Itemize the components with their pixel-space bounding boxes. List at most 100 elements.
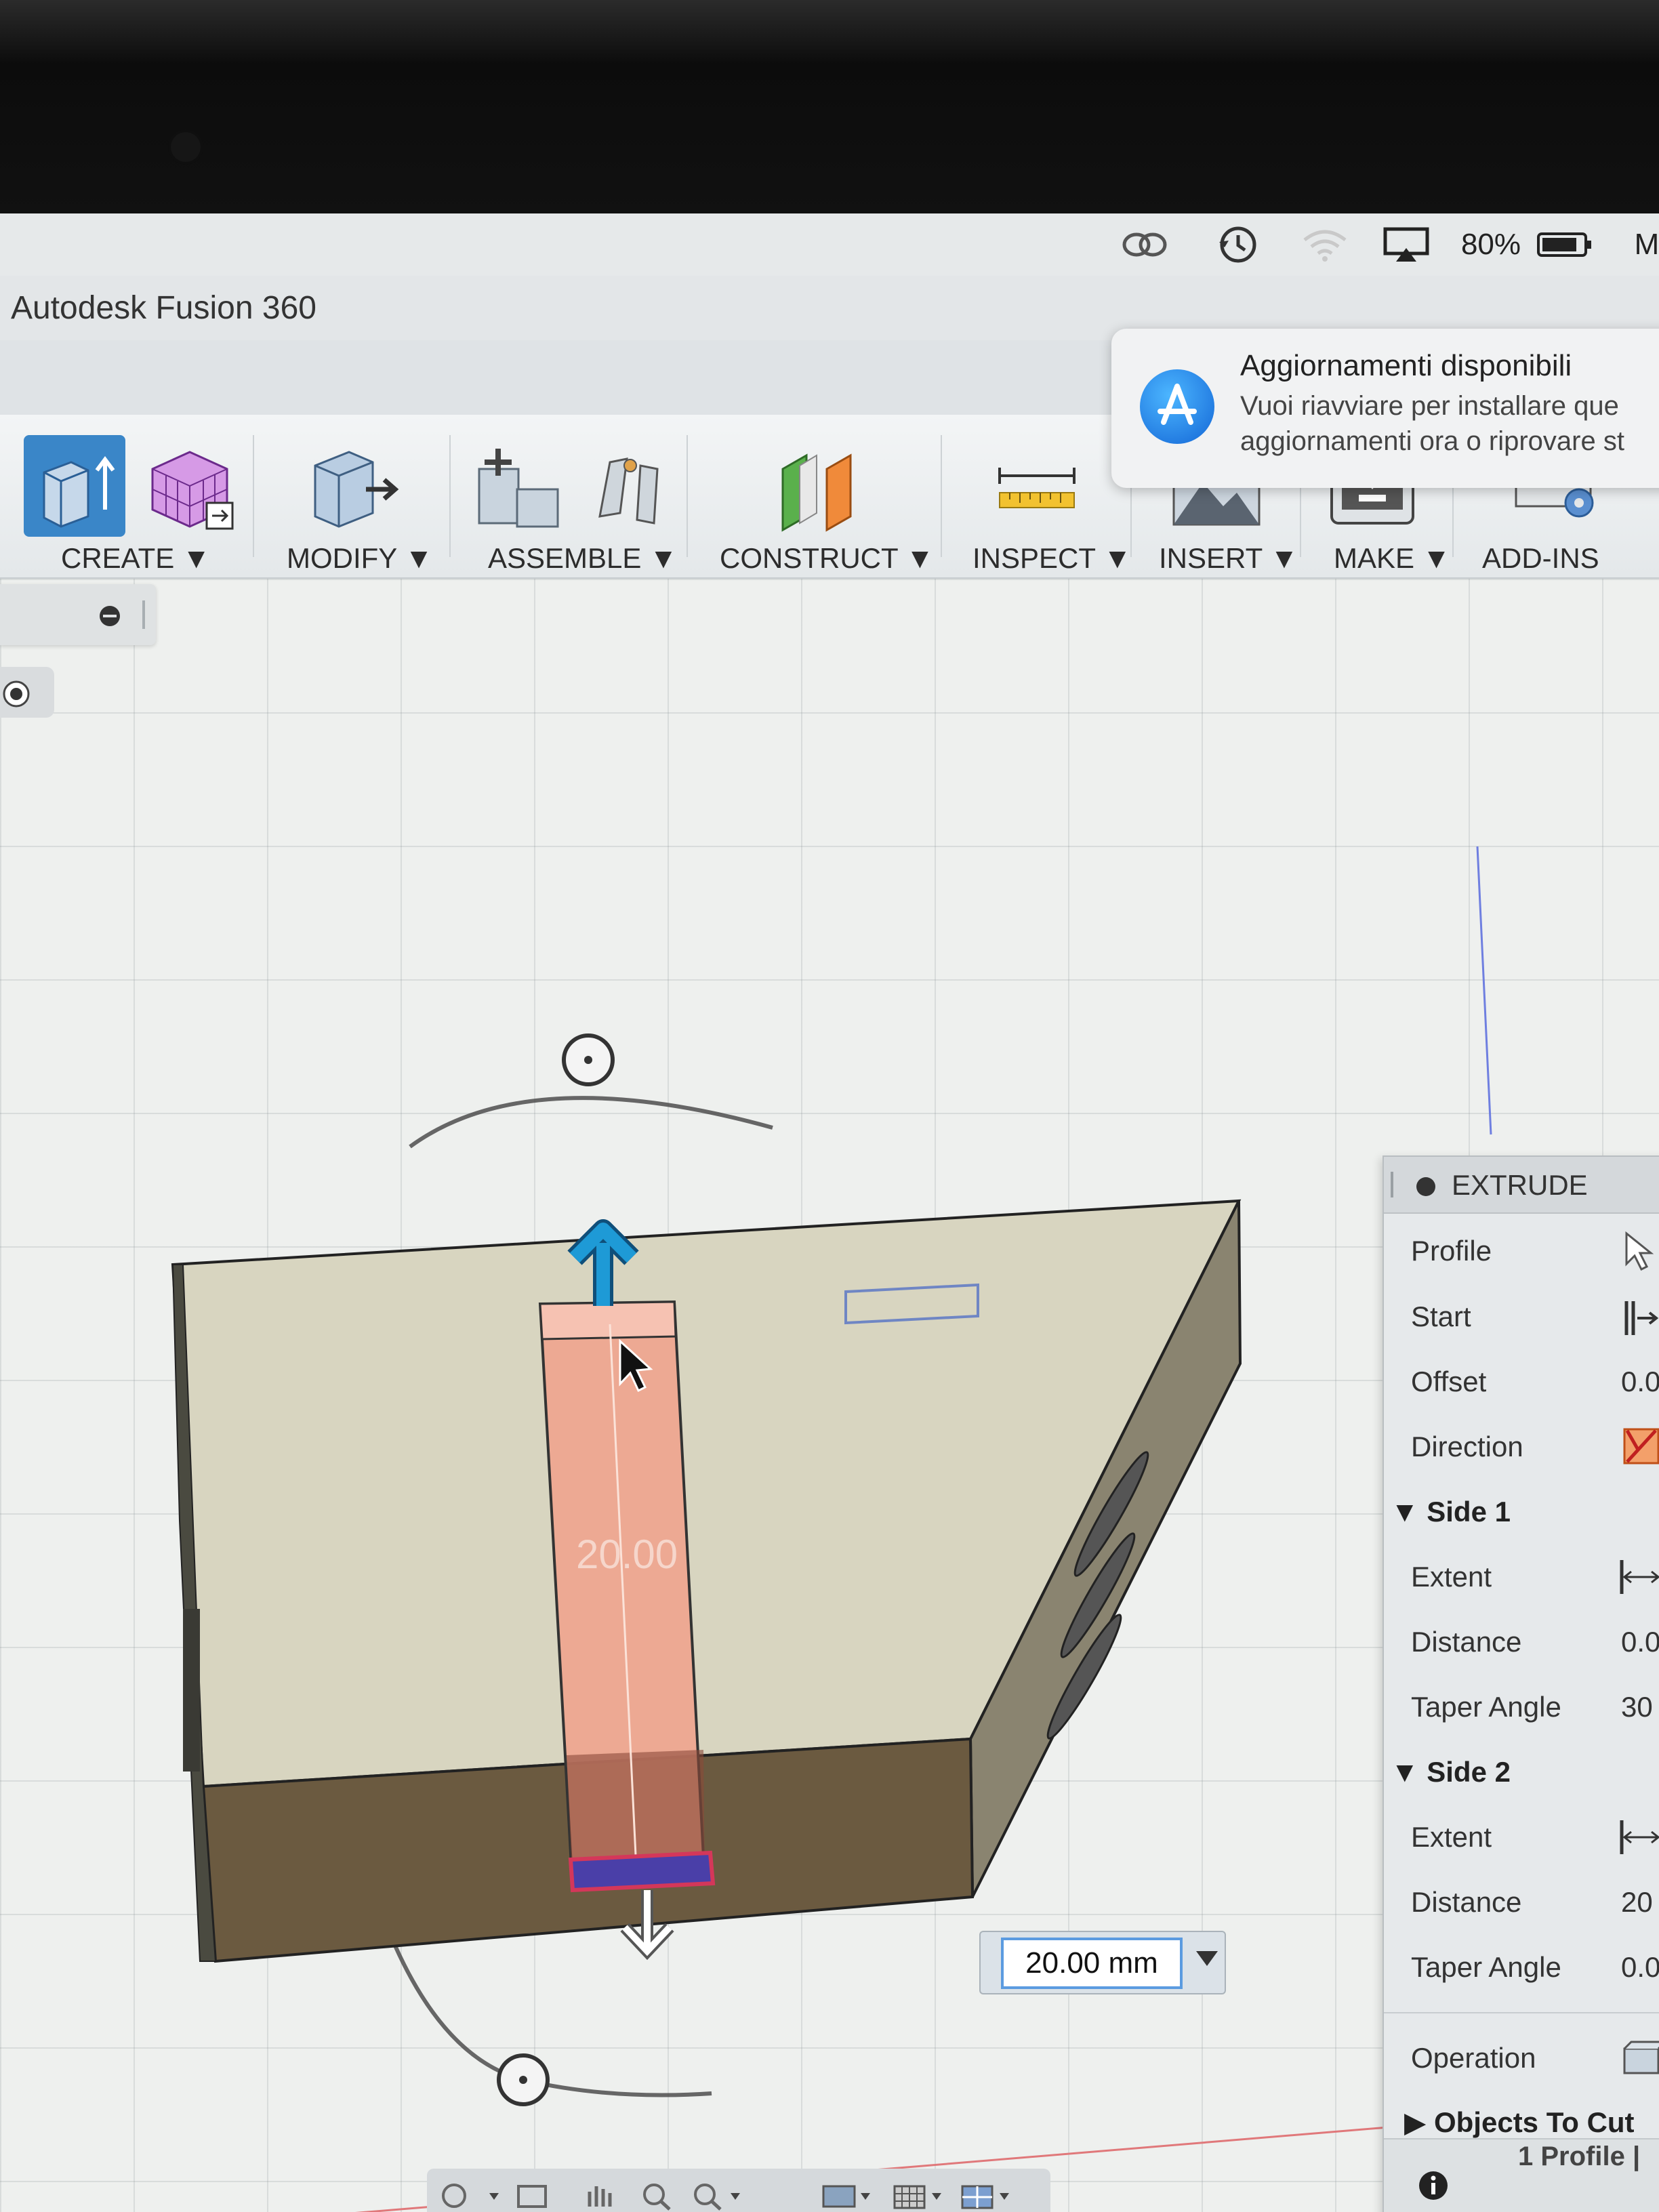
chevron-down-icon[interactable] [489,2193,499,2200]
body-left-feature [183,1609,200,1771]
app-title: Autodesk Fusion 360 [11,290,316,326]
profile-plane-icon[interactable] [1621,1298,1659,1338]
pan-icon[interactable] [588,2186,612,2207]
inspect-menu[interactable]: INSPECT ▼ [972,542,1132,575]
offset-plane-icon[interactable] [769,435,871,537]
zoom-icon[interactable] [643,2184,671,2211]
objects-to-cut-section[interactable]: ▶ Objects To Cut [1404,2106,1635,2139]
side2-distance-label: Distance [1411,1886,1522,1918]
profile-count-status: 1 Profile | [1518,2142,1641,2171]
time-machine-icon[interactable] [1213,224,1261,265]
toolbar-group-assemble: ASSEMBLE ▼ [451,415,688,577]
extrude-tool-icon[interactable] [24,435,125,537]
viewports-icon[interactable] [961,2185,994,2209]
extrude-title: EXTRUDE [1452,1169,1588,1201]
rotation-handle-top-center [584,1056,592,1064]
joint-icon[interactable] [579,435,681,537]
direction-label: Direction [1411,1431,1523,1462]
insert-menu[interactable]: INSERT ▼ [1159,542,1298,575]
side-2-section[interactable]: ▼ Side 2 [1391,1756,1511,1788]
triangle-right-icon: ▶ [1404,2106,1427,2138]
rotation-handle-bottom-center [519,2076,527,2084]
make-menu[interactable]: MAKE ▼ [1334,542,1450,575]
side2-taper-angle-value[interactable]: 0.0 [1621,1951,1659,1984]
side2-distance-value[interactable]: 20 [1621,1886,1653,1919]
distance-extent-icon[interactable] [1618,1817,1659,1858]
panel-grip[interactable] [1391,1172,1393,1197]
side-1-title: Side 1 [1427,1496,1511,1528]
distance-input-box: 20.00 mm [979,1931,1226,1994]
side1-taper-angle-value[interactable]: 30 [1621,1691,1653,1723]
cut-operation-icon[interactable] [1618,2035,1659,2083]
chevron-down-icon[interactable] [1000,2193,1009,2200]
info-icon[interactable] [1418,2170,1449,2201]
insert-label: INSERT [1159,542,1263,574]
select-cursor-icon[interactable] [1621,1230,1655,1271]
chevron-down-icon: ▼ [905,542,935,574]
side1-distance-label: Distance [1411,1626,1522,1658]
side1-distance-value[interactable]: 0.0 [1621,1626,1659,1658]
chevron-down-icon[interactable] [861,2193,870,2200]
battery-icon[interactable] [1535,224,1596,265]
side-1-section[interactable]: ▼ Side 1 [1391,1496,1511,1528]
create-form-icon[interactable] [139,435,241,537]
distance-input[interactable]: 20.00 mm [1001,1938,1183,1989]
menubar-cutoff-text: M [1634,228,1659,261]
side2-taper-angle-label: Taper Angle [1411,1951,1561,1983]
addins-label: ADD-INS [1482,542,1599,574]
toolbar-group-inspect: INSPECT ▼ [942,415,1132,577]
extrude-dimension-label: 20.00 [576,1532,678,1577]
notification-line-1: Vuoi riavviare per installare que [1240,391,1619,421]
side1-taper-angle-label: Taper Angle [1411,1691,1561,1723]
battery-percent[interactable]: 80% [1457,224,1525,265]
extrude-preview-cap [539,1300,677,1340]
update-notification[interactable]: Aggiornamenti disponibili Vuoi riavviare… [1111,329,1659,488]
side2-extent-label: Extent [1411,1821,1492,1853]
create-menu[interactable]: CREATE ▼ [61,542,211,575]
triangle-down-icon: ▼ [1391,1756,1419,1788]
new-component-icon[interactable] [471,435,573,537]
addins-menu[interactable]: ADD-INS [1482,542,1599,575]
creative-cloud-icon[interactable] [1118,224,1172,265]
make-label: MAKE [1334,542,1415,574]
chevron-down-icon: ▼ [1103,542,1132,574]
two-sides-direction-icon[interactable] [1618,1422,1659,1470]
toolbar-group-construct: CONSTRUCT ▼ [688,415,942,577]
modify-label: MODIFY [287,542,397,574]
extrude-panel-header[interactable]: EXTRUDE [1384,1157,1659,1214]
distance-extent-icon[interactable] [1618,1557,1659,1597]
display-settings-icon[interactable] [822,2185,856,2208]
toolbar-group-modify: MODIFY ▼ [254,415,451,577]
offset-label: Offset [1411,1366,1487,1397]
offset-value[interactable]: 0.0 [1621,1366,1659,1398]
assemble-menu[interactable]: ASSEMBLE ▼ [488,542,678,575]
create-label: CREATE [61,542,175,574]
menubar-cutoff-item[interactable]: M [1630,224,1659,265]
chevron-down-icon[interactable] [731,2193,740,2200]
measure-icon[interactable] [986,435,1088,537]
construct-label: CONSTRUCT [720,542,898,574]
notification-title: Aggiornamenti disponibili [1240,349,1572,382]
assemble-label: ASSEMBLE [488,542,642,574]
wifi-icon[interactable] [1298,224,1352,265]
side1-extent-label: Extent [1411,1561,1492,1593]
objects-to-cut-label: Objects To Cut [1433,2106,1635,2138]
grid-settings-icon[interactable] [893,2185,926,2209]
orbit-icon[interactable] [442,2184,466,2208]
chevron-down-icon[interactable] [1196,1951,1218,1966]
collapse-icon[interactable] [1416,1177,1435,1196]
chevron-down-icon: ▼ [182,542,211,574]
look-at-icon[interactable] [517,2185,547,2208]
selected-profile-face[interactable] [568,1850,716,1893]
triangle-down-icon: ▼ [1391,1496,1419,1528]
construct-menu[interactable]: CONSTRUCT ▼ [720,542,934,575]
chevron-down-icon: ▼ [1270,542,1298,574]
zoom-window-icon[interactable] [694,2184,722,2211]
toolbar-group-create: CREATE ▼ [0,415,254,577]
battery-percent-text: 80% [1460,228,1521,261]
airplay-icon[interactable] [1379,224,1433,265]
modify-menu[interactable]: MODIFY ▼ [287,542,433,575]
press-pull-icon[interactable] [302,435,403,537]
chevron-down-icon[interactable] [932,2193,941,2200]
side-2-title: Side 2 [1427,1756,1511,1788]
